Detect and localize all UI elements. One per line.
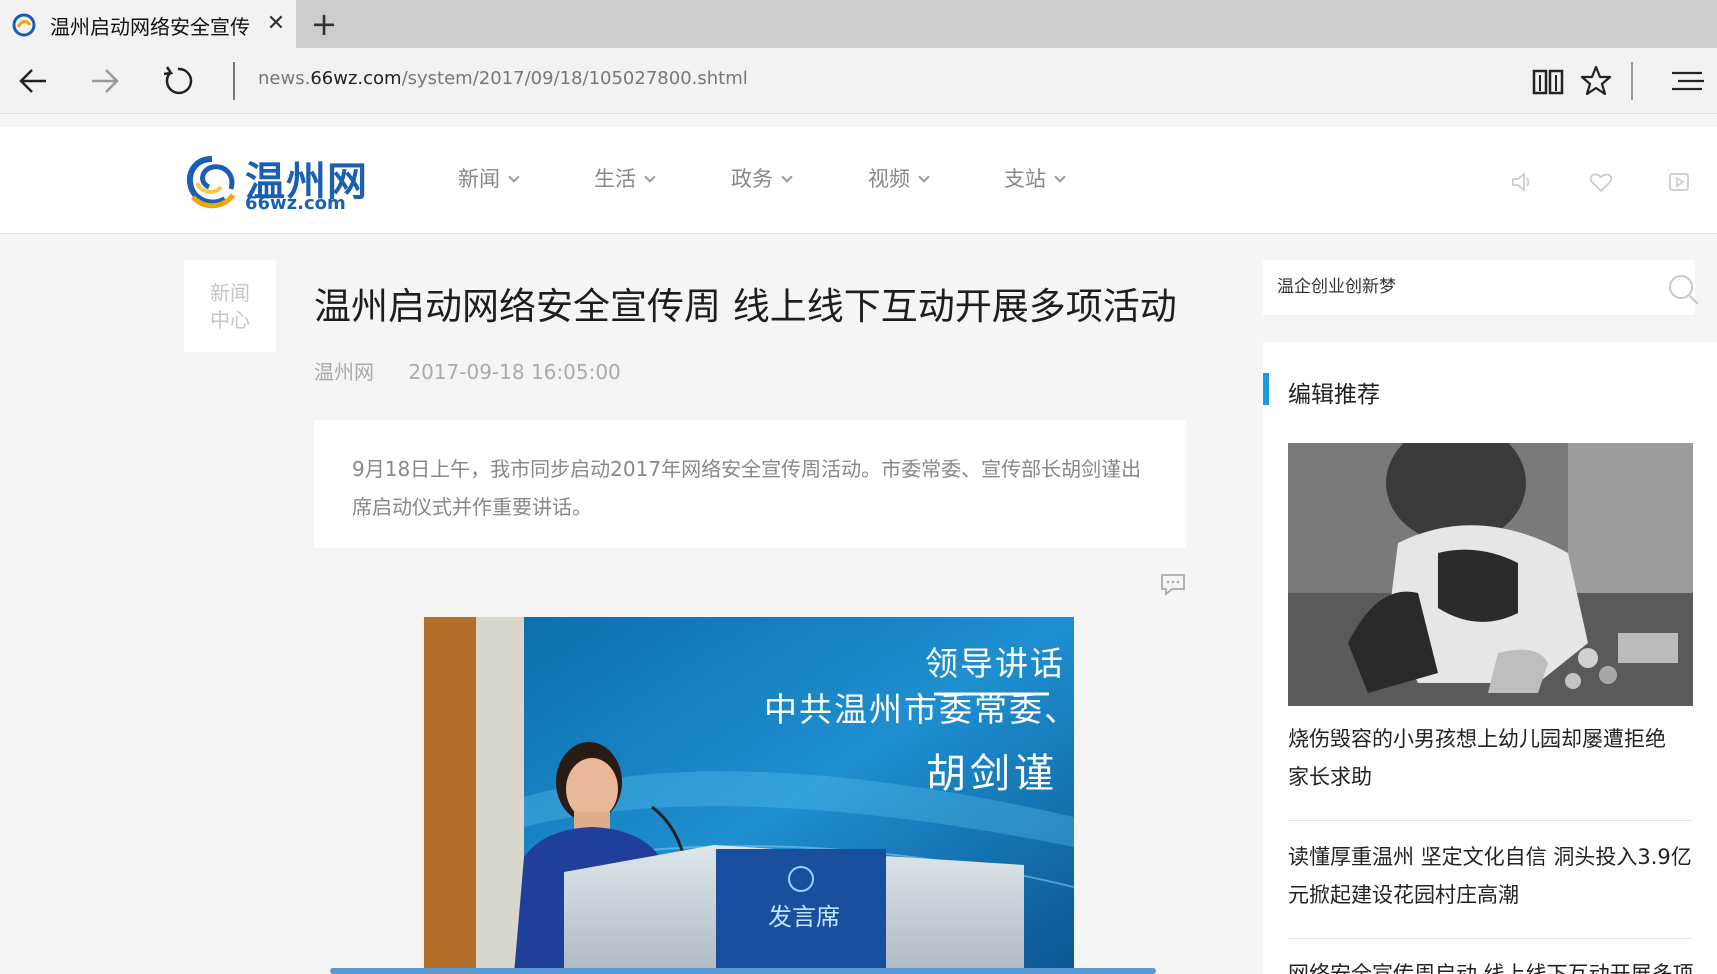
nav-label: 新闻 xyxy=(458,167,500,191)
video-play-icon[interactable] xyxy=(1666,169,1692,195)
nav-label: 政务 xyxy=(731,167,773,191)
url-prefix: news. xyxy=(258,68,311,89)
site-favicon-icon xyxy=(12,13,36,37)
speaker-icon[interactable] xyxy=(1509,169,1535,195)
section-label[interactable]: 新闻 中心 xyxy=(184,260,276,352)
recommend-thumbnail[interactable] xyxy=(1288,443,1693,706)
hub-menu-icon[interactable] xyxy=(1668,61,1708,101)
site-header: 温州网 66wz.com 新闻 生活 政务 视频 支站 xyxy=(0,127,1717,234)
site-logo[interactable]: 温州网 66wz.com xyxy=(183,149,373,215)
nav-label: 视频 xyxy=(868,167,910,191)
toolbar-separator xyxy=(1631,62,1633,100)
url-field[interactable]: news.66wz.com/system/2017/09/18/10502780… xyxy=(258,68,748,89)
recommend-item[interactable]: 读懂厚重温州 坚定文化自信 洞头投入3.9亿元掀起建设花园村庄高潮 xyxy=(1288,838,1693,914)
new-tab-button[interactable]: + xyxy=(310,6,338,42)
screen-text-line3: 胡剑谨 xyxy=(926,751,1058,797)
tab-title: 温州启动网络安全宣传周 线上线下互动开展多项活动 xyxy=(50,15,250,39)
search-icon[interactable] xyxy=(1667,273,1701,307)
nav-item-video[interactable]: 视频 xyxy=(868,163,968,199)
section-label-line: 中心 xyxy=(210,308,250,332)
chevron-down-icon xyxy=(781,171,793,183)
browser-tab-bar: 温州启动网络安全宣传周 线上线下互动开展多项活动 ✕ + xyxy=(0,0,1717,48)
forward-arrow-icon[interactable] xyxy=(84,61,124,101)
section-label-line: 新闻 xyxy=(210,281,250,305)
article-summary: 9月18日上午，我市同步启动2017年网络安全宣传周活动。市委常委、宣传部长胡剑… xyxy=(314,420,1186,548)
recommend-item[interactable]: 网络安全宣传周启动 线上线下互动开展多项 xyxy=(1288,955,1693,974)
search-input[interactable] xyxy=(1277,268,1647,306)
recommend-title: 编辑推荐 xyxy=(1288,382,1380,408)
chevron-down-icon xyxy=(644,171,656,183)
heart-icon[interactable] xyxy=(1588,169,1614,195)
article-title: 温州启动网络安全宣传周 线上线下互动开展多项活动 xyxy=(314,285,1177,328)
browser-tab[interactable]: 温州启动网络安全宣传周 线上线下互动开展多项活动 ✕ xyxy=(0,0,296,48)
url-path: /system/2017/09/18/105027800.shtml xyxy=(401,68,748,89)
nav-item-life[interactable]: 生活 xyxy=(594,163,694,199)
screen-text-line2: 中共温州市委常委、 xyxy=(764,690,1074,729)
chevron-down-icon xyxy=(508,171,520,183)
comment-icon[interactable] xyxy=(1160,572,1186,596)
close-tab-icon[interactable]: ✕ xyxy=(264,10,288,38)
podium-text: 发言席 xyxy=(768,903,840,931)
recommend-item[interactable]: 烧伤毁容的小男孩想上幼儿园却屡遭拒绝 家长求助 xyxy=(1288,720,1693,796)
logo-text-en: 66wz.com xyxy=(245,193,346,214)
article-datetime: 2017-09-18 16:05:00 xyxy=(408,360,621,384)
article-source: 温州网 xyxy=(314,360,374,384)
child-photo-image xyxy=(1288,443,1693,706)
scrollbar[interactable] xyxy=(330,968,1156,974)
chevron-down-icon xyxy=(918,171,930,183)
refresh-icon[interactable] xyxy=(158,61,198,101)
article-photo: 领导讲话 中共温州市委常委、 胡剑谨 发言席 xyxy=(424,617,1074,974)
nav-item-news[interactable]: 新闻 xyxy=(458,163,558,199)
reading-view-icon[interactable] xyxy=(1528,61,1568,101)
nav-label: 生活 xyxy=(594,167,636,191)
article-meta: 温州网 2017-09-18 16:05:00 xyxy=(314,356,649,385)
address-separator xyxy=(233,62,235,100)
back-arrow-icon[interactable] xyxy=(14,61,54,101)
search-box xyxy=(1263,260,1695,315)
nav-label: 支站 xyxy=(1004,167,1046,191)
recommend-divider xyxy=(1288,820,1693,821)
favorite-star-icon[interactable] xyxy=(1576,61,1616,101)
screen-text-line1: 领导讲话 xyxy=(925,644,1065,683)
browser-address-bar: news.66wz.com/system/2017/09/18/10502780… xyxy=(0,48,1717,114)
nav-item-branches[interactable]: 支站 xyxy=(1004,163,1104,199)
url-host: 66wz.com xyxy=(310,68,402,89)
logo-swirl-icon xyxy=(187,156,236,209)
section-accent-bar xyxy=(1263,373,1269,405)
nav-item-government[interactable]: 政务 xyxy=(731,163,831,199)
recommend-divider xyxy=(1288,938,1693,939)
chevron-down-icon xyxy=(1054,171,1066,183)
